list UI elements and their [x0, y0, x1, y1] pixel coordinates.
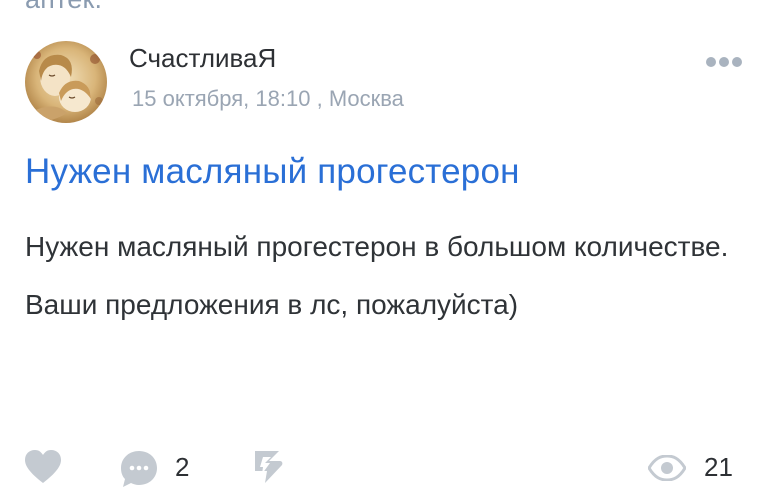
previous-post-text: аптек. [25, 0, 102, 15]
avatar[interactable] [25, 41, 107, 123]
view-count: 21 [704, 452, 733, 482]
comment-count: 2 [175, 452, 190, 482]
more-dots-icon[interactable] [704, 55, 744, 69]
avatar-image [25, 41, 107, 123]
post-date: 15 октября, 18:10 [132, 86, 311, 111]
heart-icon[interactable] [24, 450, 62, 484]
post-body: Нужен масляный прогестерон в большом кол… [25, 223, 745, 328]
post-paragraph: Ваши предложения в лс, пожалуйста) [25, 289, 519, 320]
post-city: Москва [328, 86, 404, 111]
eye-icon [647, 454, 687, 482]
author-name[interactable]: СчастливаЯ [129, 43, 276, 74]
post-meta: 15 октября, 18:10 , Москва [132, 86, 404, 112]
post-paragraph: Нужен масляный прогестерон в большом кол… [25, 231, 729, 262]
comment-bubble-icon[interactable] [120, 450, 158, 488]
repost-icon[interactable] [249, 449, 285, 485]
meta-separator: , [310, 86, 329, 111]
post-title[interactable]: Нужен масляный прогестерон [25, 152, 520, 192]
